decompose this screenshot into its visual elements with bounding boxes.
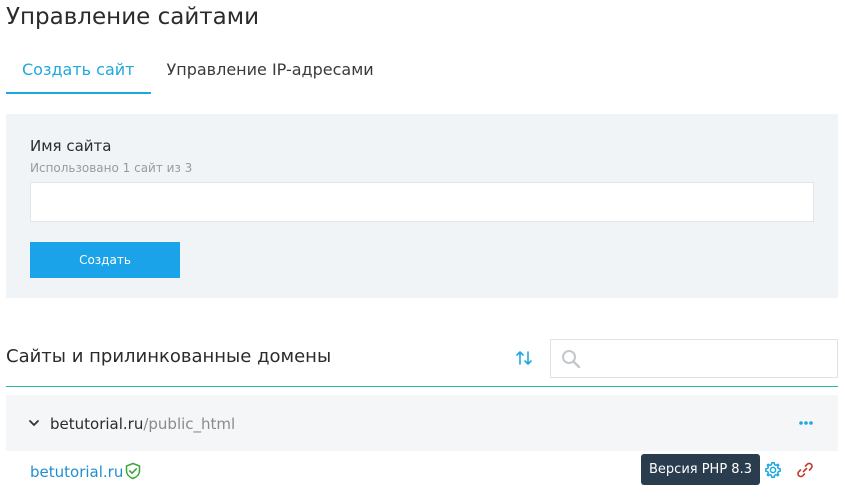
shield-check-icon	[125, 462, 141, 480]
section-divider	[6, 386, 838, 387]
site-group-title: betutorial.ru/public_html	[50, 415, 235, 433]
search-icon	[562, 350, 581, 369]
tab-bar: Создать сайт Управление IP-адресами	[6, 58, 390, 94]
site-group-row[interactable]: betutorial.ru/public_html	[6, 395, 838, 451]
site-domain-link[interactable]: betutorial.ru	[30, 463, 123, 481]
sites-search	[550, 339, 838, 378]
php-version-badge[interactable]: Версия PHP 8.3	[641, 454, 760, 485]
create-site-panel: Имя сайта Использовано 1 сайт из 3 Созда…	[6, 114, 838, 298]
gear-icon[interactable]	[764, 461, 782, 479]
site-group-domain: betutorial.ru	[50, 415, 144, 433]
site-entry-row: betutorial.ru Версия PHP 8.3	[6, 451, 838, 491]
chevron-down-icon[interactable]	[28, 417, 40, 429]
tab-ip-management[interactable]: Управление IP-адресами	[151, 58, 390, 94]
unlink-icon[interactable]	[796, 461, 814, 479]
sort-arrows-icon[interactable]	[514, 348, 534, 368]
site-group-path: /public_html	[143, 415, 236, 433]
site-name-input[interactable]	[30, 182, 814, 222]
tab-create-site[interactable]: Создать сайт	[6, 58, 151, 94]
site-usage-hint: Использовано 1 сайт из 3	[30, 161, 193, 175]
more-dots-icon[interactable]	[798, 415, 814, 431]
site-name-label: Имя сайта	[30, 137, 112, 155]
sites-search-input[interactable]	[587, 340, 835, 377]
create-site-button[interactable]: Создать	[30, 242, 180, 278]
page-title: Управление сайтами	[6, 4, 260, 30]
sites-section-title: Сайты и прилинкованные домены	[6, 346, 332, 367]
